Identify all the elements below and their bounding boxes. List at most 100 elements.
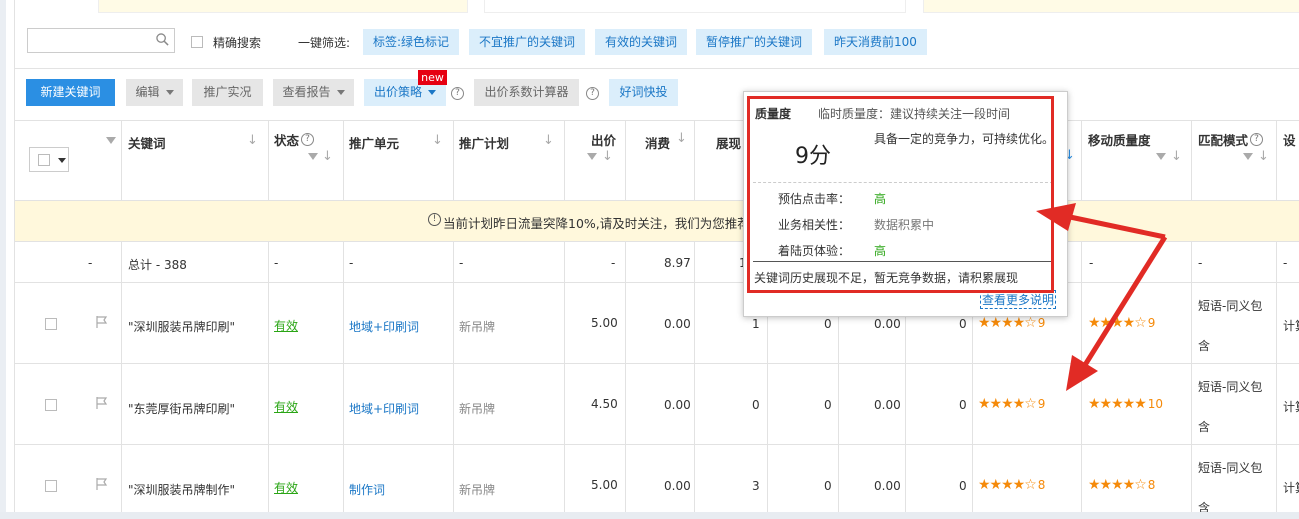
filter-valid[interactable]: 有效的关键词 — [595, 29, 688, 55]
match-cell[interactable]: 短语-同义包 — [1198, 378, 1262, 395]
exact-search-label: 精确搜索 — [213, 36, 262, 50]
settings-cell[interactable]: 计算 — [1283, 479, 1299, 496]
col-divider — [121, 120, 122, 200]
col-match[interactable]: 匹配模式 — [1198, 130, 1248, 210]
view-report-label: 查看报告 — [282, 85, 331, 99]
total-cell: - — [88, 256, 93, 270]
value-cell: 0 — [959, 317, 967, 331]
edit-button[interactable]: 编辑 — [126, 79, 183, 106]
select-all-checkbox[interactable] — [38, 154, 50, 166]
mobile-quality-stars[interactable]: ★★★★☆ 8 — [1088, 477, 1155, 493]
col-settings[interactable]: 设 — [1283, 130, 1296, 210]
sort-icon[interactable]: ↓ — [1171, 149, 1182, 164]
row-checkbox[interactable] — [45, 318, 57, 330]
unit-link[interactable]: 地域+印刷词 — [349, 400, 419, 417]
sort-icon[interactable]: ↓ — [322, 149, 333, 164]
filter-icon[interactable] — [308, 153, 318, 160]
plan-cell[interactable]: 新吊牌 — [459, 318, 495, 335]
select-all-dropdown[interactable] — [29, 147, 69, 172]
new-keyword-button[interactable]: 新建关键词 — [26, 79, 115, 106]
row-checkbox[interactable] — [45, 399, 57, 411]
col-bid[interactable]: 出价 — [591, 130, 616, 210]
sort-icon[interactable]: ↓ — [247, 133, 258, 148]
settings-cell[interactable]: 计算 — [1283, 398, 1299, 415]
sort-icon[interactable]: ↓ — [543, 133, 554, 148]
impressions-cell: 3 — [752, 479, 760, 493]
keyword-cell: "深圳服装吊牌印刷" — [128, 320, 236, 334]
filter-green-tag[interactable]: 标签:绿色标记 — [363, 29, 460, 55]
unit-link[interactable]: 地域+印刷词 — [349, 318, 419, 335]
unit-link[interactable]: 制作词 — [349, 481, 385, 498]
filter-paused[interactable]: 暂停推广的关键词 — [696, 29, 813, 55]
filter-icon[interactable] — [587, 153, 597, 160]
mobile-quality-stars[interactable]: ★★★★★ 10 — [1088, 396, 1163, 412]
bid-calculator-button[interactable]: 出价系数计算器 — [474, 79, 579, 106]
bottom-scrollbar[interactable] — [0, 512, 1299, 519]
bid-cell[interactable]: 5.00 — [591, 316, 618, 330]
help-icon[interactable]: ? — [1250, 133, 1263, 146]
flag-icon[interactable] — [95, 396, 109, 410]
value-cell: 0 — [959, 398, 967, 412]
plan-cell[interactable]: 新吊牌 — [459, 481, 495, 498]
col-divider — [453, 120, 454, 200]
chevron-down-icon — [58, 158, 66, 163]
pc-quality-stars[interactable]: ★★★★☆ 8 — [978, 477, 1045, 493]
annotation-box — [747, 96, 1054, 293]
view-report-button[interactable]: 查看报告 — [273, 79, 354, 106]
bid-cell[interactable]: 5.00 — [591, 478, 618, 492]
settings-cell[interactable]: 计算 — [1283, 317, 1299, 334]
chevron-down-icon — [428, 90, 436, 95]
table-top-border — [15, 120, 1299, 121]
quality-score: 10 — [1147, 397, 1164, 411]
row-checkbox[interactable] — [45, 480, 57, 492]
quality-score: 9 — [1037, 397, 1046, 411]
col-divider — [694, 241, 695, 519]
filter-icon[interactable] — [106, 137, 116, 144]
cost-cell: 0.00 — [664, 317, 691, 331]
keyword-cell: "深圳服装吊牌制作" — [128, 483, 236, 497]
total-cell: - — [459, 256, 464, 270]
top-cell — [923, 0, 1299, 13]
avg-cell: 0.00 — [874, 479, 901, 493]
top-cell — [484, 0, 906, 13]
status-cell[interactable]: 有效 — [274, 398, 298, 415]
flag-icon[interactable] — [95, 315, 109, 329]
help-icon[interactable]: ? — [301, 133, 314, 146]
col-divider — [1191, 120, 1192, 200]
pc-quality-stars[interactable]: ★★★★☆ 9 — [978, 396, 1045, 412]
col-divider — [268, 241, 269, 519]
match-cell[interactable]: 短语-同义包 — [1198, 459, 1262, 476]
good-words-button[interactable]: 好词快投 — [609, 79, 678, 106]
sort-icon[interactable]: ↓ — [432, 133, 443, 148]
match-cell[interactable]: 短语-同义包 — [1198, 297, 1262, 314]
filter-icon[interactable] — [1243, 153, 1253, 160]
filter-icon[interactable] — [1156, 153, 1166, 160]
total-cost: 8.97 — [664, 256, 691, 270]
keyword-cell: "东莞厚街吊牌印刷" — [128, 402, 236, 416]
sort-icon[interactable]: ↓ — [676, 131, 687, 146]
quality-score: 8 — [1147, 478, 1156, 492]
flag-icon[interactable] — [95, 477, 109, 491]
status-cell[interactable]: 有效 — [274, 479, 298, 496]
help-icon[interactable]: ? — [586, 87, 599, 100]
sort-icon[interactable]: ↓ — [602, 149, 613, 164]
status-cell[interactable]: 有效 — [274, 317, 298, 334]
star-rating: ★★★★★ — [1088, 396, 1147, 412]
chevron-down-icon — [336, 90, 345, 95]
help-icon[interactable]: ? — [451, 87, 464, 100]
clicks-cell: 0 — [824, 398, 832, 412]
search-icon[interactable] — [156, 33, 169, 46]
promo-live-button[interactable]: 推广实况 — [192, 79, 263, 106]
filter-not-suitable[interactable]: 不宜推广的关键词 — [469, 29, 586, 55]
match-cell-2: 含 — [1198, 339, 1211, 353]
filter-top100-cost[interactable]: 昨天消费前100 — [824, 29, 927, 55]
bid-cell[interactable]: 4.50 — [591, 397, 618, 411]
impressions-cell: 0 — [752, 398, 760, 412]
value-cell: 0 — [959, 479, 967, 493]
search-input[interactable] — [27, 28, 175, 53]
plan-cell[interactable]: 新吊牌 — [459, 400, 495, 417]
exact-search-checkbox[interactable] — [191, 36, 203, 48]
sort-icon[interactable]: ↓ — [1258, 149, 1269, 164]
col-status[interactable]: 状态 — [274, 130, 299, 210]
total-cell: - — [1283, 256, 1288, 270]
